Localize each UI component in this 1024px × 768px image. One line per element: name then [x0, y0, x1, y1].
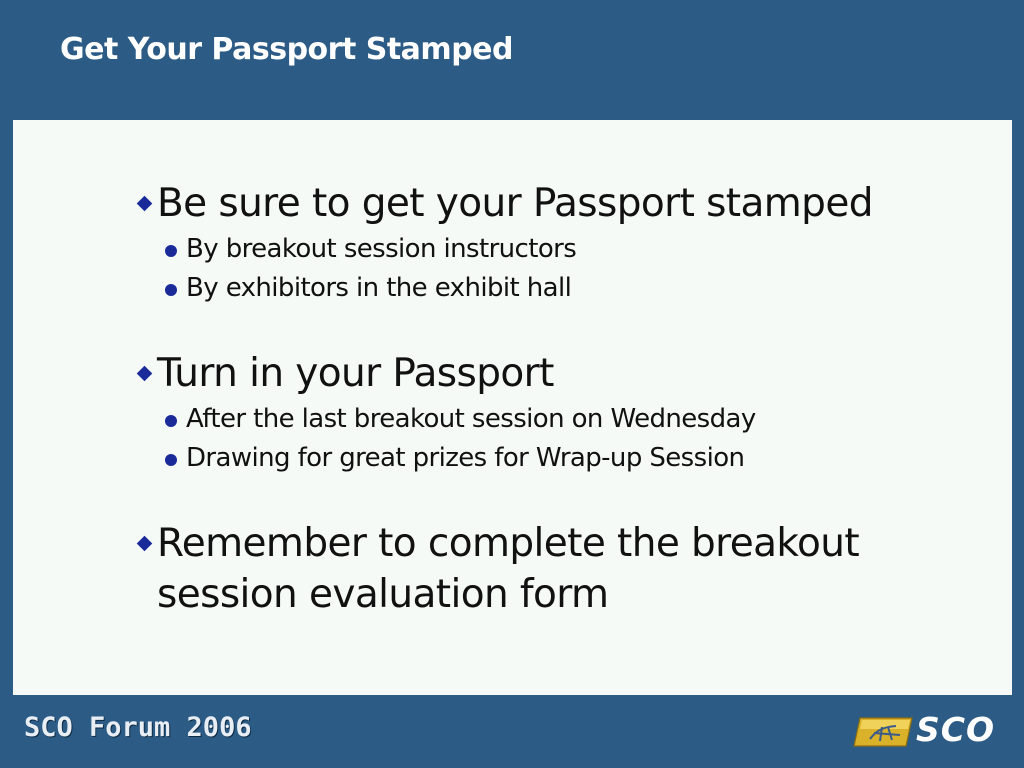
bullet-text: Be sure to get your Passport stamped [157, 181, 873, 226]
sub-bullet-list: After the last breakout session on Wedne… [157, 400, 945, 478]
sub-bullet-text: By breakout session instructors [186, 234, 577, 264]
circle-bullet-icon [165, 415, 177, 427]
sub-bullet-item: Drawing for great prizes for Wrap-up Ses… [157, 439, 945, 478]
bullet-text: Remember to complete the breakout sessio… [157, 521, 860, 617]
diamond-bullet-icon [136, 365, 153, 382]
slide-title: Get Your Passport Stamped [60, 32, 513, 67]
diamond-bullet-icon [136, 535, 153, 552]
footer-event-name: SCO Forum 2006 [24, 712, 252, 743]
bullet-list: Be sure to get your Passport stamped By … [125, 178, 945, 620]
sco-logo: SCO [852, 710, 1012, 750]
bullet-text: Turn in your Passport [157, 351, 554, 396]
sub-bullet-text: By exhibitors in the exhibit hall [186, 273, 572, 303]
circle-bullet-icon [165, 454, 177, 466]
content-panel: Be sure to get your Passport stamped By … [13, 120, 1012, 695]
logo-text: SCO [916, 710, 996, 749]
sub-bullet-item: By exhibitors in the exhibit hall [157, 269, 945, 308]
circle-bullet-icon [165, 284, 177, 296]
sub-bullet-text: Drawing for great prizes for Wrap-up Ses… [186, 443, 745, 473]
bullet-item: Be sure to get your Passport stamped By … [125, 178, 945, 308]
bullet-item: Remember to complete the breakout sessio… [125, 518, 945, 620]
diamond-bullet-icon [136, 195, 153, 212]
sub-bullet-list: By breakout session instructors By exhib… [157, 230, 945, 308]
sub-bullet-item: By breakout session instructors [157, 230, 945, 269]
bullet-item: Turn in your Passport After the last bre… [125, 348, 945, 478]
sub-bullet-text: After the last breakout session on Wedne… [186, 404, 756, 434]
sub-bullet-item: After the last breakout session on Wedne… [157, 400, 945, 439]
circle-bullet-icon [165, 245, 177, 257]
sco-logo-emblem-icon [853, 717, 913, 747]
